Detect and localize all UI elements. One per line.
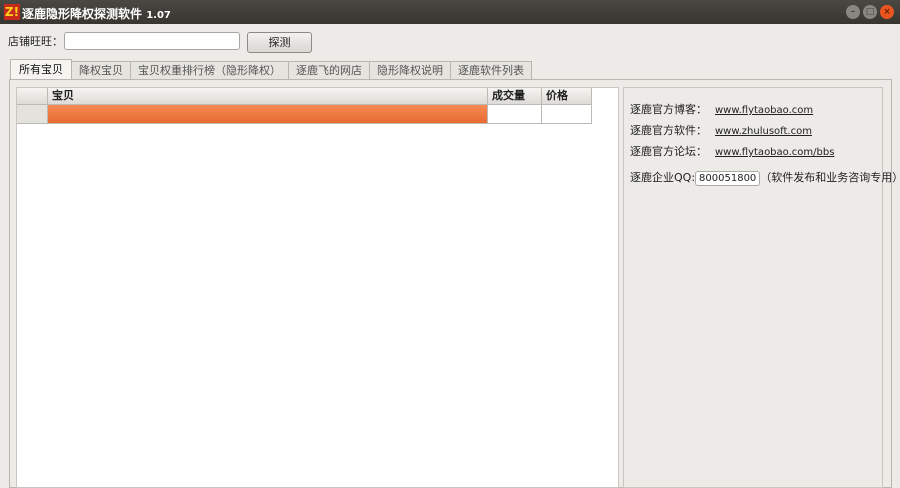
version: 1.07	[146, 10, 171, 21]
table-row[interactable]	[17, 105, 592, 124]
shop-label: 店铺旺旺：	[8, 35, 63, 48]
software-line: 逐鹿官方软件： www.zhulusoft.com	[630, 122, 812, 138]
blog-link[interactable]: www.flytaobao.com	[715, 105, 813, 116]
qq-field[interactable]: 800051800	[695, 171, 761, 186]
blog-line: 逐鹿官方博客： www.flytaobao.com	[630, 101, 813, 117]
tab-weight-ranking[interactable]: 宝贝权重排行榜（隐形降权）	[130, 61, 289, 79]
shop-wangwang-input[interactable]	[64, 32, 240, 50]
tab-explanation[interactable]: 隐形降权说明	[369, 61, 451, 79]
tab-bar: 所有宝贝 降权宝贝 宝贝权重排行榜（隐形降权） 逐鹿飞的网店 隐形降权说明 逐鹿…	[10, 59, 532, 79]
cell-item[interactable]	[48, 105, 488, 124]
tab-all-items[interactable]: 所有宝贝	[10, 59, 72, 79]
items-table[interactable]: 宝贝 成交量 价格	[16, 87, 619, 488]
app-logo-icon: Z!	[4, 4, 20, 20]
col-sales[interactable]: 成交量	[488, 88, 542, 105]
tab-software-list[interactable]: 逐鹿软件列表	[450, 61, 532, 79]
software-link[interactable]: www.zhulusoft.com	[715, 126, 812, 137]
minimize-button[interactable]: –	[846, 5, 860, 19]
qq-label: 逐鹿企业QQ:	[630, 171, 696, 184]
software-label: 逐鹿官方软件：	[630, 124, 707, 137]
tab-demoted-items[interactable]: 降权宝贝	[71, 61, 131, 79]
cell-sales[interactable]	[488, 105, 542, 124]
forum-label: 逐鹿官方论坛：	[630, 145, 707, 158]
header-corner	[17, 88, 48, 105]
row-header[interactable]	[17, 105, 48, 124]
title-text: 逐鹿隐形降权探测软件	[22, 7, 143, 21]
forum-line: 逐鹿官方论坛： www.flytaobao.com/bbs	[630, 143, 834, 159]
window-title: 逐鹿隐形降权探测软件 1.07	[22, 5, 171, 22]
qq-note: （软件发布和业务咨询专用）	[760, 171, 900, 184]
maximize-button[interactable]: □	[863, 5, 877, 19]
title-bar: Z! 逐鹿隐形降权探测软件 1.07 – □ ×	[0, 0, 900, 24]
cell-price[interactable]	[542, 105, 592, 124]
col-price[interactable]: 价格	[542, 88, 592, 105]
detect-button[interactable]: 探测	[247, 32, 312, 53]
table-header: 宝贝 成交量 价格	[17, 88, 592, 105]
qq-line: 逐鹿企业QQ: 800051800 （软件发布和业务咨询专用）	[630, 169, 900, 186]
info-panel: 逐鹿官方博客： www.flytaobao.com 逐鹿官方软件： www.zhul…	[623, 87, 900, 488]
tab-shop[interactable]: 逐鹿飞的网店	[288, 61, 370, 79]
blog-label: 逐鹿官方博客：	[630, 103, 707, 116]
close-button[interactable]: ×	[880, 5, 894, 19]
forum-link[interactable]: www.flytaobao.com/bbs	[715, 147, 834, 158]
col-item[interactable]: 宝贝	[48, 88, 488, 105]
